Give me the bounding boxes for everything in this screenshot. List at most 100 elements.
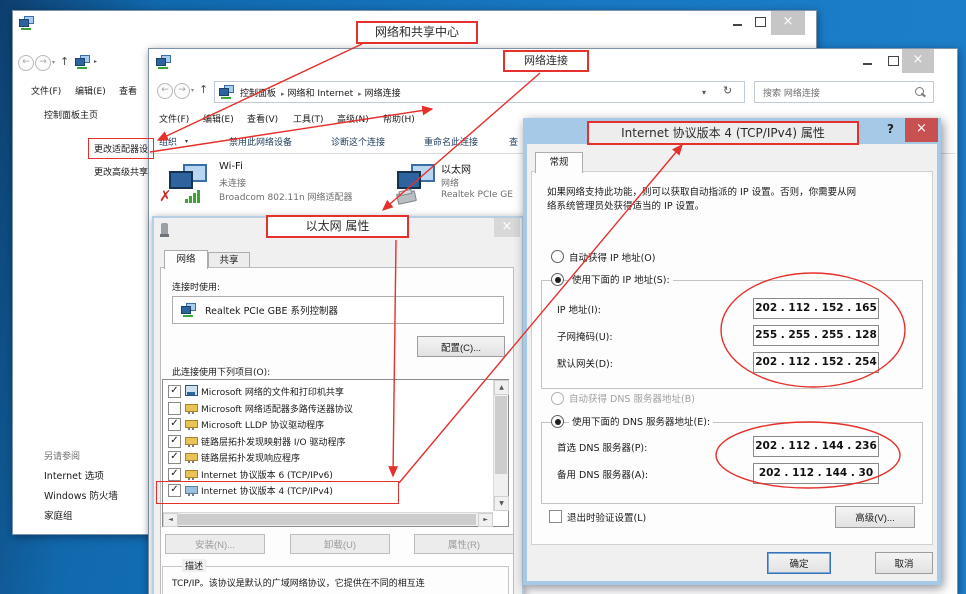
checkbox[interactable]: ✓ (168, 451, 181, 464)
scroll-left-icon[interactable]: ◄ (163, 513, 178, 527)
scroll-down-icon[interactable]: ▼ (494, 496, 509, 511)
close-button[interactable]: × (494, 218, 520, 237)
close-button[interactable]: × (905, 118, 938, 142)
validate-settings-checkbox[interactable] (549, 510, 562, 523)
list-item[interactable]: ✓ Microsoft 网络的文件和打印机共享 (166, 383, 478, 400)
breadcrumb-network-internet[interactable]: 网络和 Internet (288, 89, 362, 99)
menu-file[interactable]: 文件(F) (159, 112, 189, 125)
scrollbar-thumb[interactable] (178, 514, 476, 525)
scrollbar-thumb[interactable] (495, 396, 507, 474)
breadcrumb-control-panel[interactable]: 控制面板 (240, 89, 285, 99)
breadcrumb-network-connections[interactable]: 网络连接 (365, 89, 406, 99)
adapter-icon (185, 453, 198, 461)
radio-auto-dns[interactable] (551, 392, 564, 405)
sidebar-item-internet-options[interactable]: Internet 选项 (44, 468, 104, 482)
refresh-icon[interactable]: ↻ (723, 84, 732, 97)
sidebar-item-homegroup[interactable]: 家庭组 (44, 508, 73, 522)
ip-address-field[interactable]: 202 . 112 . 152 . 165 (753, 298, 879, 319)
ethernet-connection-tile[interactable]: 以太网 网络 Realtek PCIe GE (393, 159, 533, 209)
advanced-button[interactable]: 高级(V)... (835, 506, 915, 528)
properties-button[interactable]: 属性(R) (414, 534, 514, 554)
network-connections-window-icon (156, 55, 171, 68)
annotation-label-ipv4-properties: Internet 协议版本 4 (TCP/IPv4) 属性 (587, 121, 859, 145)
sidebar-item-home[interactable]: 控制面板主页 (44, 108, 98, 121)
checkbox[interactable]: ✓ (168, 468, 181, 481)
subnet-mask-field[interactable]: 255 . 255 . 255 . 128 (753, 325, 879, 346)
configure-button[interactable]: 配置(C)... (417, 336, 505, 357)
address-bar-icon (75, 55, 90, 68)
adapter-box: Realtek PCIe GBE 系列控制器 (172, 296, 504, 324)
organize-dropdown-icon[interactable]: ▾ (185, 138, 188, 145)
checkbox[interactable]: ✓ (168, 418, 181, 431)
alternate-dns-label: 备用 DNS 服务器(A): (557, 467, 648, 481)
uninstall-button[interactable]: 卸载(U) (290, 534, 390, 554)
vertical-scrollbar[interactable]: ▲ ▼ (493, 380, 508, 511)
list-item[interactable]: ✓ 链路层拓扑发现映射器 I/O 驱动程序 (166, 433, 478, 450)
maximize-button[interactable] (886, 54, 900, 68)
radio-auto-ip[interactable] (551, 250, 564, 263)
toolbar-diagnose[interactable]: 诊断这个连接 (331, 135, 385, 148)
menu-edit[interactable]: 编辑(E) (203, 112, 234, 125)
help-button[interactable]: ? (887, 122, 894, 136)
close-button[interactable]: × (902, 49, 934, 73)
close-button[interactable]: × (771, 11, 805, 35)
ethernet-name: 以太网 (441, 161, 471, 176)
cancel-button[interactable]: 取消 (875, 552, 933, 574)
adapter-icon (185, 420, 198, 428)
toolbar-organize[interactable]: 组织 (159, 135, 177, 148)
list-item[interactable]: ✓ Microsoft LLDP 协议驱动程序 (166, 416, 478, 433)
radio-manual-ip[interactable] (551, 273, 564, 286)
up-button[interactable]: ↑ (199, 83, 208, 97)
menu-view[interactable]: 查看(V) (247, 112, 278, 125)
protocol-listbox[interactable]: ✓ Microsoft 网络的文件和打印机共享 Microsoft 网络适配器多… (162, 379, 509, 527)
forward-button[interactable]: → (174, 83, 190, 99)
menu-edit[interactable]: 编辑(E) (75, 84, 106, 97)
menu-tools[interactable]: 工具(T) (293, 112, 324, 125)
alternate-dns-field[interactable]: 202 . 112 . 144 . 30 (753, 463, 879, 484)
minimize-button[interactable] (861, 54, 875, 68)
nav-history-chevron-icon[interactable]: ▾ (52, 59, 55, 66)
radio-manual-dns[interactable] (551, 415, 564, 428)
scroll-up-icon[interactable]: ▲ (494, 380, 509, 395)
nav-history-chevron-icon[interactable]: ▾ (191, 87, 194, 94)
wifi-signal-bars-icon (185, 189, 203, 203)
sidebar-item-windows-firewall[interactable]: Windows 防火墙 (44, 488, 118, 502)
toolbar-more[interactable]: 查 (509, 135, 518, 148)
tab-network[interactable]: 网络 (164, 250, 208, 269)
back-button[interactable]: ← (157, 83, 173, 99)
install-button[interactable]: 安装(N)... (165, 534, 265, 554)
checkbox[interactable]: ✓ (168, 435, 181, 448)
default-gateway-field[interactable]: 202 . 112 . 152 . 254 (753, 352, 879, 373)
menu-view[interactable]: 查看 (119, 84, 137, 97)
menu-help[interactable]: 帮助(H) (383, 112, 415, 125)
toolbar-disable-device[interactable]: 禁用此网络设备 (229, 135, 292, 148)
up-button[interactable]: ↑ (60, 55, 69, 69)
list-item[interactable]: Microsoft 网络适配器多路传送器协议 (166, 400, 478, 417)
forward-button[interactable]: → (35, 55, 51, 71)
search-icon[interactable] (915, 87, 924, 96)
toolbar-rename[interactable]: 重命名此连接 (424, 135, 478, 148)
search-box[interactable]: 搜索 网络连接 (754, 81, 934, 103)
checkbox[interactable]: ✓ (168, 385, 181, 398)
annotation-frame-ipv4-item (156, 481, 399, 504)
minimize-button[interactable] (731, 15, 745, 29)
ethernet-device: Realtek PCIe GE (441, 190, 513, 200)
address-bar[interactable]: 控制面板网络和 Internet网络连接 ▾ ↻ (214, 81, 745, 103)
preferred-dns-field[interactable]: 202 . 112 . 144 . 236 (753, 436, 879, 457)
list-item[interactable]: ✓ Internet 协议版本 6 (TCP/IPv6) (166, 466, 478, 483)
wifi-connection-tile[interactable]: ✗ Wi-Fi 未连接 Broadcom 802.11n 网络适配器 (159, 159, 389, 209)
tab-general[interactable]: 常规 (535, 152, 583, 173)
dialog-ipv4-properties: ? × 常规 如果网络支持此功能，则可以获取自动指派的 IP 设置。否则，你需要… (523, 118, 941, 585)
maximize-button[interactable] (753, 15, 767, 29)
search-input[interactable]: 搜索 网络连接 (763, 86, 820, 99)
address-dropdown-icon[interactable]: ▾ (702, 88, 706, 97)
menu-file[interactable]: 文件(F) (31, 84, 61, 97)
horizontal-scrollbar[interactable]: ◄ ► (163, 512, 493, 526)
checkbox[interactable] (168, 402, 181, 415)
annotation-label-network-connections: 网络连接 (503, 50, 589, 72)
ok-button[interactable]: 确定 (767, 552, 831, 574)
scroll-right-icon[interactable]: ► (478, 513, 493, 527)
menu-advanced[interactable]: 高级(N) (337, 112, 369, 125)
back-button[interactable]: ← (18, 55, 34, 71)
list-item[interactable]: ✓ 链路层拓扑发现响应程序 (166, 449, 478, 466)
